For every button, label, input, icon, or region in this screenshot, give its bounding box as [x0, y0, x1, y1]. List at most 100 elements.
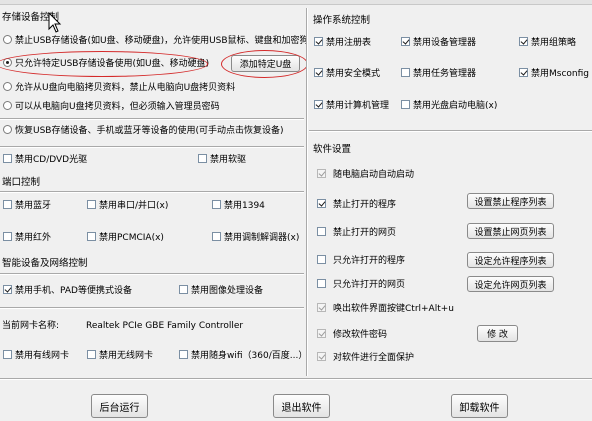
checkbox-autostart[interactable] — [317, 169, 326, 178]
radio-u-to-pc[interactable] — [3, 82, 12, 91]
check-disable-modem[interactable]: 禁用调制解调器(x) — [212, 232, 299, 244]
checkbox-hotkey[interactable] — [317, 303, 326, 312]
radio-restore[interactable] — [3, 125, 12, 134]
checkbox-disable-cd[interactable] — [3, 154, 12, 163]
checkbox-allow-webpages[interactable] — [317, 279, 326, 288]
checkbox-block-programs[interactable] — [317, 199, 326, 208]
setting-block-webpages[interactable]: 禁止打开的网页 — [317, 227, 396, 239]
check-label: 禁用有线网卡 — [15, 351, 70, 361]
footer-divider — [0, 378, 592, 380]
checkbox-disable-portable-devices[interactable] — [3, 285, 12, 294]
checkbox-disable-infrared[interactable] — [3, 232, 12, 241]
usb-option-password[interactable]: 可以从电脑向U盘拷贝资料，但必须输入管理员密码 — [3, 101, 220, 113]
setting-allow-programs[interactable]: 只允许打开的程序 — [317, 255, 405, 267]
check-label: 禁用PCMCIA(x) — [99, 233, 164, 243]
check-label: 禁用软驱 — [210, 155, 247, 165]
check-disable-wired-nic[interactable]: 禁用有线网卡 — [3, 350, 69, 362]
checkbox-change-password[interactable] — [317, 329, 326, 338]
exit-software-button[interactable]: 退出软件 — [273, 394, 330, 418]
usb-option-label: 可以从电脑向U盘拷贝资料，但必须输入管理员密码 — [15, 102, 220, 112]
usb-option-block-all[interactable]: 禁止USB存储设备(如U盘、移动硬盘)，允许使用USB鼠标、键盘和加密狗 — [3, 35, 309, 47]
check-disable-floppy[interactable]: 禁用软驱 — [198, 154, 246, 166]
checkbox-disable-wireless-nic[interactable] — [87, 350, 96, 359]
nic-label: 当前网卡名称: — [2, 321, 60, 331]
setting-allow-webpages[interactable]: 只允许打开的网页 — [317, 279, 405, 291]
usb-option-u-to-pc[interactable]: 允许从U盘向电脑拷贝资料，禁止从电脑向U盘拷贝资料 — [3, 82, 235, 94]
setting-autostart[interactable]: 随电脑启动自动启动 — [317, 169, 414, 181]
check-disable-cd[interactable]: 禁用CD/DVD光驱 — [3, 154, 87, 166]
check-disable-bluetooth[interactable]: 禁用蓝牙 — [3, 200, 51, 212]
check-disable-portable-devices[interactable]: 禁用手机、PAD等便携式设备 — [3, 285, 132, 297]
check-disable-msconfig[interactable]: 禁用Msconfig — [519, 68, 589, 80]
checkbox-disable-imaging[interactable] — [179, 285, 188, 294]
checkbox-disable-floppy[interactable] — [198, 154, 207, 163]
divider — [0, 273, 304, 275]
checkbox-block-webpages[interactable] — [317, 227, 326, 236]
checkbox-disable-registry[interactable] — [314, 37, 323, 46]
checkbox-disable-serial-parallel[interactable] — [87, 200, 96, 209]
set-blocked-programs-button[interactable]: 设置禁止程序列表 — [467, 193, 554, 209]
add-specific-usb-button[interactable]: 添加特定U盘 — [231, 55, 300, 72]
checkbox-disable-wired-nic[interactable] — [3, 350, 12, 359]
usb-option-specific-only[interactable]: 只允许特定USB存储设备使用(如U盘、移动硬盘) — [3, 58, 209, 70]
usb-option-label: 禁止USB存储设备(如U盘、移动硬盘)，允许使用USB鼠标、键盘和加密狗 — [15, 36, 309, 46]
check-disable-task-manager[interactable]: 禁用任务管理器 — [401, 68, 476, 80]
radio-block-all[interactable] — [3, 35, 12, 44]
checkbox-disable-task-manager[interactable] — [401, 68, 410, 77]
divider — [0, 307, 304, 309]
set-blocked-webpages-button[interactable]: 设置禁止网页列表 — [467, 223, 554, 239]
checkbox-allow-programs[interactable] — [317, 255, 326, 264]
check-disable-pcmcia[interactable]: 禁用PCMCIA(x) — [87, 232, 164, 244]
check-disable-device-manager[interactable]: 禁用设备管理器 — [401, 37, 476, 49]
smart-section-title: 智能设备及网络控制 — [2, 258, 88, 269]
checkbox-disable-bluetooth[interactable] — [3, 200, 12, 209]
check-disable-computer-management[interactable]: 禁用计算机管理 — [314, 100, 389, 112]
check-label: 禁用计算机管理 — [326, 101, 390, 111]
setting-change-password[interactable]: 修改软件密码 — [317, 329, 387, 341]
checkbox-full-protection[interactable] — [317, 352, 326, 361]
checkbox-disable-computer-management[interactable] — [314, 100, 323, 109]
check-disable-cd-boot[interactable]: 禁用光盘启动电脑(x) — [401, 100, 497, 112]
check-label: 禁止打开的程序 — [333, 200, 397, 210]
checkbox-disable-modem[interactable] — [212, 232, 221, 241]
vertical-divider — [306, 8, 308, 376]
divider — [0, 146, 304, 148]
check-disable-portable-wifi[interactable]: 禁用随身wifi（360/百度...） — [179, 350, 307, 362]
setting-hotkey[interactable]: 唤出软件界面按键Ctrl+Alt+u — [317, 303, 454, 315]
uninstall-software-button[interactable]: 卸载软件 — [451, 394, 508, 418]
check-label: 禁止打开的网页 — [333, 228, 397, 238]
divider — [0, 191, 304, 193]
check-disable-safe-mode[interactable]: 禁用安全模式 — [314, 68, 380, 80]
background-run-button[interactable]: 后台运行 — [91, 394, 148, 418]
check-disable-imaging[interactable]: 禁用图像处理设备 — [179, 285, 263, 297]
nic-name: Realtek PCIe GBE Family Controller — [86, 321, 244, 331]
check-label: 禁用注册表 — [326, 38, 372, 48]
checkbox-disable-msconfig[interactable] — [519, 68, 528, 77]
usb-option-restore[interactable]: 恢复USB存储设备、手机或蓝牙等设备的使用(可手动点击恢复设备) — [3, 125, 284, 137]
check-disable-infrared[interactable]: 禁用红外 — [3, 232, 51, 244]
divider — [0, 118, 304, 120]
setting-full-protection[interactable]: 对软件进行全面保护 — [317, 352, 414, 364]
set-allowed-webpages-button[interactable]: 设定允许网页列表 — [467, 276, 554, 292]
checkbox-disable-device-manager[interactable] — [401, 37, 410, 46]
radio-password[interactable] — [3, 101, 12, 110]
setting-block-programs[interactable]: 禁止打开的程序 — [317, 199, 396, 211]
checkbox-disable-pcmcia[interactable] — [87, 232, 96, 241]
check-disable-1394[interactable]: 禁用1394 — [212, 200, 265, 212]
os-section-title: 操作系统控制 — [313, 15, 371, 26]
check-label: 禁用组策略 — [531, 38, 577, 48]
set-allowed-programs-button[interactable]: 设定允许程序列表 — [467, 252, 554, 268]
check-disable-wireless-nic[interactable]: 禁用无线网卡 — [87, 350, 153, 362]
checkbox-disable-portable-wifi[interactable] — [179, 350, 188, 359]
checkbox-disable-cd-boot[interactable] — [401, 100, 410, 109]
check-disable-registry[interactable]: 禁用注册表 — [314, 37, 371, 49]
ports-section-title: 端口控制 — [2, 177, 41, 188]
checkbox-disable-1394[interactable] — [212, 200, 221, 209]
radio-specific-only[interactable] — [3, 58, 12, 67]
usb-option-label: 恢复USB存储设备、手机或蓝牙等设备的使用(可手动点击恢复设备) — [15, 126, 284, 136]
check-disable-serial-parallel[interactable]: 禁用串口/并口(x) — [87, 200, 168, 212]
checkbox-disable-group-policy[interactable] — [519, 37, 528, 46]
change-password-button[interactable]: 修 改 — [477, 325, 518, 342]
check-disable-group-policy[interactable]: 禁用组策略 — [519, 37, 576, 49]
checkbox-disable-safe-mode[interactable] — [314, 68, 323, 77]
